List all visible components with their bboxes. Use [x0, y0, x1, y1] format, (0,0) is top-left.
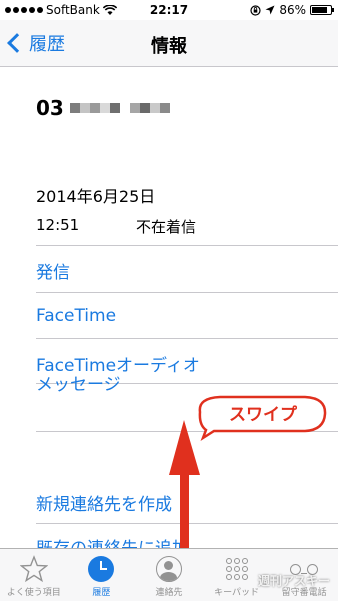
tab-label: キーパッド [214, 588, 260, 598]
tab-contacts[interactable]: 連絡先 [135, 549, 203, 601]
tab-recents[interactable]: 履歴 [68, 549, 136, 601]
star-icon [19, 555, 48, 583]
swipe-annotation: スワイプ [169, 395, 327, 580]
clock-icon [88, 556, 115, 582]
tab-label: よく使う項目 [6, 588, 61, 598]
watermark: 週刊アスキー [257, 574, 330, 588]
keypad-icon [225, 558, 248, 580]
swipe-label: スワイプ [229, 404, 298, 425]
arrow-up-icon [169, 420, 200, 475]
tab-favorites[interactable]: よく使う項目 [0, 549, 68, 601]
tab-label: 連絡先 [155, 588, 183, 598]
contacts-icon [155, 556, 182, 582]
tab-label: 履歴 [92, 588, 111, 598]
